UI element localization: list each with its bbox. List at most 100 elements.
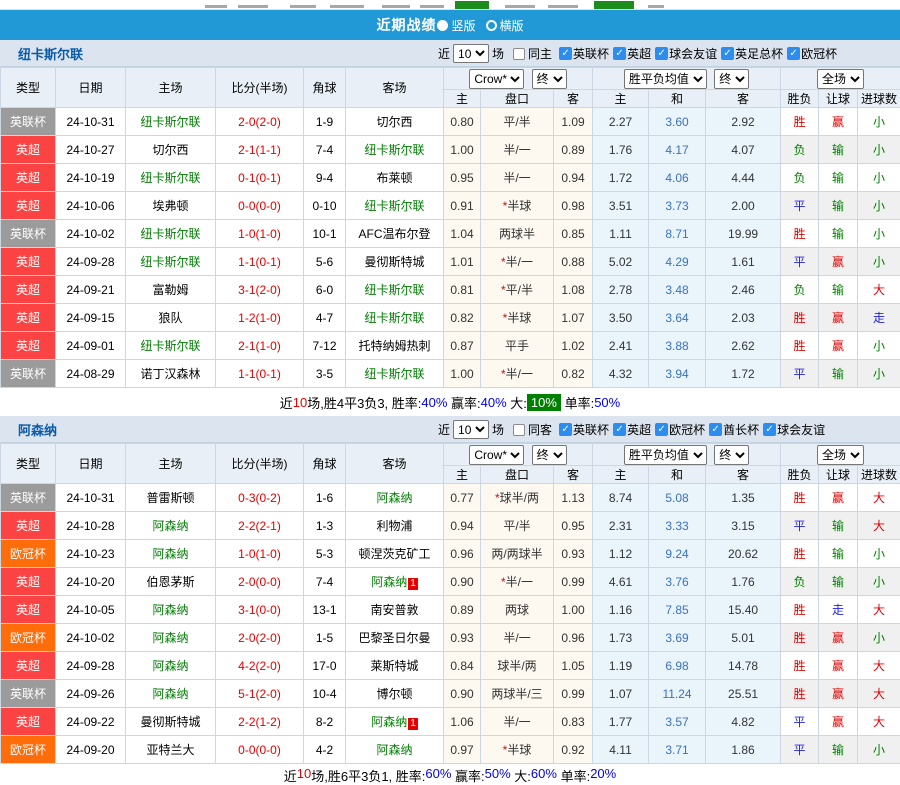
eu-home-odds: 2.27 — [593, 108, 649, 136]
league-filter-option[interactable]: ✓英足总杯 — [721, 45, 783, 62]
away-team[interactable]: 巴黎圣日尔曼 — [346, 624, 444, 652]
away-team[interactable]: 南安普敦 — [346, 596, 444, 624]
eu-home-odds: 1.12 — [593, 540, 649, 568]
same-venue-checkbox[interactable] — [513, 48, 525, 60]
eu-away-odds: 20.62 — [706, 540, 781, 568]
league-checkbox-checked[interactable]: ✓ — [655, 423, 668, 436]
match-score: 2-2(2-1) — [216, 512, 304, 540]
team-name-link[interactable]: 纽卡斯尔联 — [18, 44, 83, 63]
away-team[interactable]: 布莱顿 — [346, 164, 444, 192]
home-team[interactable]: 纽卡斯尔联 — [126, 220, 216, 248]
league-checkbox-checked[interactable]: ✓ — [613, 423, 626, 436]
league-filter-option[interactable]: ✓英超 — [613, 45, 651, 62]
league-filter-option[interactable]: ✓球会友谊 — [763, 421, 825, 438]
eu-away-odds: 1.76 — [706, 568, 781, 596]
away-team[interactable]: 纽卡斯尔联 — [346, 304, 444, 332]
col-goals: 进球数 — [858, 90, 900, 108]
league-label: 欧冠杯 — [669, 421, 705, 438]
away-team[interactable]: 博尔顿 — [346, 680, 444, 708]
odds-time-select[interactable]: 终 — [532, 445, 567, 465]
away-team[interactable]: 曼彻斯特城 — [346, 248, 444, 276]
home-team[interactable]: 伯恩茅斯 — [126, 568, 216, 596]
recent-count-select[interactable]: 10 — [453, 44, 489, 63]
same-venue-checkbox[interactable] — [513, 424, 525, 436]
league-filter-option[interactable]: ✓英超 — [613, 421, 651, 438]
home-team[interactable]: 纽卡斯尔联 — [126, 248, 216, 276]
league-checkbox-checked[interactable]: ✓ — [655, 47, 668, 60]
home-team[interactable]: 狼队 — [126, 304, 216, 332]
scope-select[interactable]: 全场 — [817, 445, 864, 465]
odds-company-select[interactable]: Crow* — [469, 445, 524, 465]
cropped-green-button[interactable] — [455, 1, 489, 9]
away-team[interactable]: 利物浦 — [346, 512, 444, 540]
odds-time-select[interactable]: 终 — [532, 69, 567, 89]
match-date: 24-10-02 — [56, 624, 126, 652]
home-team[interactable]: 亚特兰大 — [126, 736, 216, 764]
away-team[interactable]: AFC温布尔登 — [346, 220, 444, 248]
home-team[interactable]: 切尔西 — [126, 136, 216, 164]
home-team[interactable]: 阿森纳 — [126, 680, 216, 708]
league-filter-option[interactable]: ✓酋长杯 — [709, 421, 759, 438]
away-team[interactable]: 托特纳姆热刺 — [346, 332, 444, 360]
away-team[interactable]: 纽卡斯尔联 — [346, 192, 444, 220]
result-handicap: 赢 — [819, 708, 858, 736]
away-team[interactable]: 阿森纳1 — [346, 568, 444, 596]
recent-count-select[interactable]: 10 — [453, 420, 489, 439]
home-team[interactable]: 纽卡斯尔联 — [126, 332, 216, 360]
odds-company-select[interactable]: Crow* — [469, 69, 524, 89]
euro-avg-select[interactable]: 胜平负均值 — [624, 69, 707, 89]
radio-vertical-label[interactable]: 竖版 — [451, 17, 475, 34]
league-checkbox-checked[interactable]: ✓ — [721, 47, 734, 60]
home-team[interactable]: 阿森纳 — [126, 512, 216, 540]
team-name-link[interactable]: 阿森纳 — [18, 420, 57, 439]
home-team[interactable]: 阿森纳 — [126, 624, 216, 652]
ah-away-odds: 1.05 — [554, 652, 593, 680]
league-filter-option[interactable]: ✓英联杯 — [559, 45, 609, 62]
away-team[interactable]: 纽卡斯尔联 — [346, 136, 444, 164]
home-team[interactable]: 阿森纳 — [126, 652, 216, 680]
col-eu-draw: 和 — [649, 466, 706, 484]
eu-draw-odds: 4.29 — [649, 248, 706, 276]
home-team[interactable]: 普雷斯顿 — [126, 484, 216, 512]
away-team[interactable]: 阿森纳 — [346, 484, 444, 512]
match-row: 欧冠杯24-10-23阿森纳1-0(1-0)5-3顿涅茨克矿工0.96两/两球半… — [1, 540, 900, 568]
league-checkbox-checked[interactable]: ✓ — [709, 423, 722, 436]
league-checkbox-checked[interactable]: ✓ — [613, 47, 626, 60]
euro-time-select[interactable]: 终 — [714, 445, 749, 465]
home-team[interactable]: 富勒姆 — [126, 276, 216, 304]
home-team[interactable]: 纽卡斯尔联 — [126, 164, 216, 192]
result-wdl: 负 — [781, 136, 819, 164]
home-team[interactable]: 曼彻斯特城 — [126, 708, 216, 736]
summary-text: 10 — [293, 395, 307, 410]
league-checkbox-checked[interactable]: ✓ — [559, 47, 572, 60]
league-checkbox-checked[interactable]: ✓ — [787, 47, 800, 60]
col-wdl: 胜负 — [781, 90, 819, 108]
home-team[interactable]: 阿森纳 — [126, 596, 216, 624]
league-filter-option[interactable]: ✓英联杯 — [559, 421, 609, 438]
home-team[interactable]: 阿森纳 — [126, 540, 216, 568]
euro-avg-select[interactable]: 胜平负均值 — [624, 445, 707, 465]
league-filter-option[interactable]: ✓欧冠杯 — [787, 45, 837, 62]
league-checkbox-checked[interactable]: ✓ — [763, 423, 776, 436]
home-team[interactable]: 诺丁汉森林 — [126, 360, 216, 388]
col-date: 日期 — [56, 68, 126, 108]
away-team[interactable]: 纽卡斯尔联 — [346, 276, 444, 304]
away-team[interactable]: 切尔西 — [346, 108, 444, 136]
cropped-green-button[interactable] — [594, 1, 634, 9]
radio-horizontal-unselected[interactable] — [486, 20, 497, 31]
radio-vertical-selected[interactable] — [437, 20, 448, 31]
eu-away-odds: 5.01 — [706, 624, 781, 652]
league-filter-option[interactable]: ✓欧冠杯 — [655, 421, 705, 438]
euro-time-select[interactable]: 终 — [714, 69, 749, 89]
away-team[interactable]: 莱斯特城 — [346, 652, 444, 680]
away-team[interactable]: 阿森纳 — [346, 736, 444, 764]
home-team[interactable]: 埃弗顿 — [126, 192, 216, 220]
away-team[interactable]: 顿涅茨克矿工 — [346, 540, 444, 568]
radio-horizontal-label[interactable]: 横版 — [500, 17, 524, 34]
league-filter-option[interactable]: ✓球会友谊 — [655, 45, 717, 62]
league-checkbox-checked[interactable]: ✓ — [559, 423, 572, 436]
away-team[interactable]: 纽卡斯尔联 — [346, 360, 444, 388]
home-team[interactable]: 纽卡斯尔联 — [126, 108, 216, 136]
scope-select[interactable]: 全场 — [817, 69, 864, 89]
away-team[interactable]: 阿森纳1 — [346, 708, 444, 736]
